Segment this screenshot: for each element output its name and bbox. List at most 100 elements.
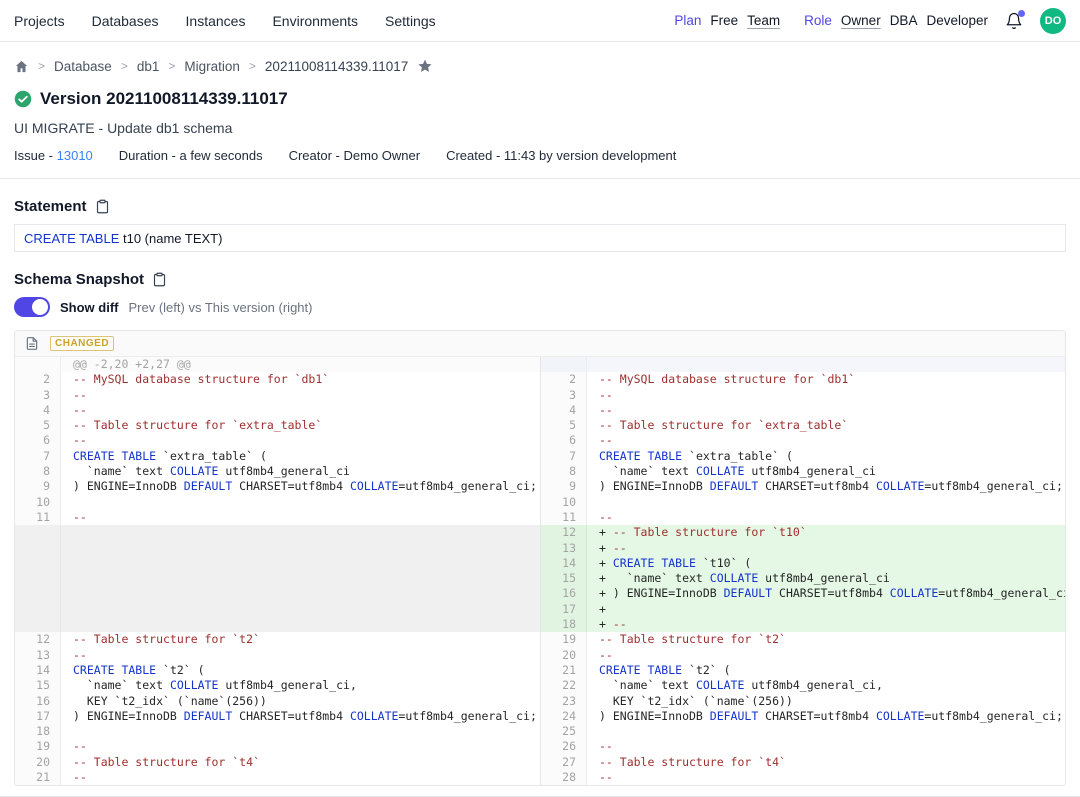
diff-line: 17) ENGINE=InnoDB DEFAULT CHARSET=utf8mb… xyxy=(15,709,540,724)
line-number: 28 xyxy=(541,770,587,785)
diff-line-placeholder xyxy=(15,602,540,617)
line-number: 6 xyxy=(541,433,587,448)
breadcrumb-version[interactable]: 20211008114339.11017 xyxy=(265,59,408,74)
diff-pane-current: 2-- MySQL database structure for `db1`3-… xyxy=(540,357,1065,785)
line-number: 16 xyxy=(541,586,587,601)
line-number xyxy=(15,556,61,571)
line-number: 8 xyxy=(15,464,61,479)
breadcrumb-database[interactable]: Database xyxy=(54,59,112,74)
toggle-knob xyxy=(32,299,48,315)
code-text: -- xyxy=(587,648,1065,663)
line-number: 2 xyxy=(15,372,61,387)
main-menu: Projects Databases Instances Environment… xyxy=(14,13,436,29)
code-text: + `name` text COLLATE utf8mb4_general_ci xyxy=(587,571,1065,586)
statement-heading: Statement xyxy=(0,179,1080,215)
sql-keyword: CREATE TABLE xyxy=(24,231,119,246)
statement-code[interactable]: CREATE TABLE t10 (name TEXT) xyxy=(14,224,1066,252)
diff-line: 24) ENGINE=InnoDB DEFAULT CHARSET=utf8mb… xyxy=(541,709,1065,724)
line-number: 9 xyxy=(541,479,587,494)
diff-line: 13-- xyxy=(15,648,540,663)
meta-creator: Creator - Demo Owner xyxy=(289,148,420,163)
diff-line: 22 `name` text COLLATE utf8mb4_general_c… xyxy=(541,678,1065,693)
line-number: 15 xyxy=(15,678,61,693)
diff-line: 9) ENGINE=InnoDB DEFAULT CHARSET=utf8mb4… xyxy=(15,479,540,494)
line-number: 18 xyxy=(15,724,61,739)
diff-line: 20-- Table structure for `t4` xyxy=(15,755,540,770)
nav-item-instances[interactable]: Instances xyxy=(186,13,246,29)
changed-badge: CHANGED xyxy=(50,336,114,351)
code-text: CREATE TABLE `t2` ( xyxy=(61,663,540,678)
line-number: 16 xyxy=(15,694,61,709)
code-text: `name` text COLLATE utf8mb4_general_ci xyxy=(61,464,540,479)
line-number: 5 xyxy=(541,418,587,433)
diff-line-added: 16+ ) ENGINE=InnoDB DEFAULT CHARSET=utf8… xyxy=(541,586,1065,601)
code-text: -- Table structure for `t4` xyxy=(61,755,540,770)
breadcrumb-separator: > xyxy=(249,59,256,73)
diff-line-added: 14+ CREATE TABLE `t10` ( xyxy=(541,556,1065,571)
code-text xyxy=(61,602,540,617)
avatar[interactable]: DO xyxy=(1040,8,1066,34)
copy-snapshot-button[interactable] xyxy=(152,272,167,287)
role-owner-link[interactable]: Owner xyxy=(841,13,881,28)
diff-hunk-header xyxy=(541,357,1065,372)
line-number: 19 xyxy=(15,739,61,754)
line-number: 20 xyxy=(15,755,61,770)
line-number: 13 xyxy=(15,648,61,663)
nav-item-settings[interactable]: Settings xyxy=(385,13,436,29)
diff-line: 12-- Table structure for `t2` xyxy=(15,632,540,647)
diff-line-added: 17+ xyxy=(541,602,1065,617)
code-text: -- xyxy=(61,510,540,525)
home-icon[interactable] xyxy=(14,59,29,74)
role-label: Role xyxy=(804,13,832,28)
notifications-button[interactable] xyxy=(1005,12,1023,30)
code-text: KEY `t2_idx` (`name`(256)) xyxy=(61,694,540,709)
code-text: CREATE TABLE `t2` ( xyxy=(587,663,1065,678)
diff-line-placeholder xyxy=(15,525,540,540)
breadcrumb-separator: > xyxy=(121,59,128,73)
nav-item-environments[interactable]: Environments xyxy=(272,13,358,29)
diff-line: 3-- xyxy=(15,388,540,403)
breadcrumb-migration[interactable]: Migration xyxy=(184,59,240,74)
diff-line: 15 `name` text COLLATE utf8mb4_general_c… xyxy=(15,678,540,693)
diff-line-placeholder xyxy=(15,571,540,586)
breadcrumb-separator: > xyxy=(38,59,45,73)
code-text: -- Table structure for `t2` xyxy=(61,632,540,647)
code-text: -- xyxy=(61,388,540,403)
show-diff-toggle[interactable] xyxy=(14,297,50,317)
diff-hunk-header: @@ -2,20 +2,27 @@ xyxy=(15,357,540,372)
diff-line: 7CREATE TABLE `extra_table` ( xyxy=(541,449,1065,464)
code-text xyxy=(61,541,540,556)
nav-item-projects[interactable]: Projects xyxy=(14,13,65,29)
diff-line: 7CREATE TABLE `extra_table` ( xyxy=(15,449,540,464)
diff-line: 2-- MySQL database structure for `db1` xyxy=(15,372,540,387)
line-number: 11 xyxy=(541,510,587,525)
diff-line: 10 xyxy=(541,495,1065,510)
breadcrumb-db1[interactable]: db1 xyxy=(137,59,160,74)
copy-statement-button[interactable] xyxy=(95,199,110,214)
code-text: -- xyxy=(61,433,540,448)
success-check-icon xyxy=(14,90,32,108)
line-number: 15 xyxy=(541,571,587,586)
code-text xyxy=(61,495,540,510)
line-number: 3 xyxy=(15,388,61,403)
diff-line: 4-- xyxy=(15,403,540,418)
diff-line: 23 KEY `t2_idx` (`name`(256)) xyxy=(541,694,1065,709)
breadcrumb-separator: > xyxy=(168,59,175,73)
plan-team-link[interactable]: Team xyxy=(747,13,780,28)
line-number: 10 xyxy=(541,495,587,510)
issue-link[interactable]: 13010 xyxy=(57,148,93,163)
diff-split-view[interactable]: @@ -2,20 +2,27 @@2-- MySQL database stru… xyxy=(15,357,1065,785)
code-text: + ) ENGINE=InnoDB DEFAULT CHARSET=utf8mb… xyxy=(587,586,1065,601)
line-number: 13 xyxy=(541,541,587,556)
star-icon[interactable] xyxy=(417,58,433,74)
code-text xyxy=(587,724,1065,739)
diff-line-added: 12+ -- Table structure for `t10` xyxy=(541,525,1065,540)
code-text: -- xyxy=(587,388,1065,403)
code-text: -- Table structure for `extra_table` xyxy=(587,418,1065,433)
diff-line-placeholder xyxy=(15,586,540,601)
diff-line: 10 xyxy=(15,495,540,510)
nav-item-databases[interactable]: Databases xyxy=(92,13,159,29)
diff-pane-previous: @@ -2,20 +2,27 @@2-- MySQL database stru… xyxy=(15,357,540,785)
code-text: KEY `t2_idx` (`name`(256)) xyxy=(587,694,1065,709)
line-number: 17 xyxy=(15,709,61,724)
